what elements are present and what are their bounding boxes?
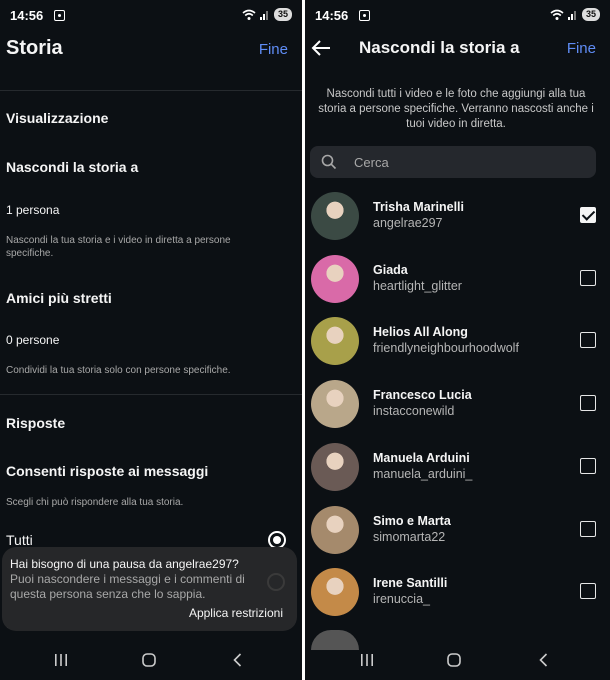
- checkbox[interactable]: [580, 395, 596, 412]
- user-row[interactable]: Irene Santilli irenuccia_: [305, 564, 610, 626]
- avatar: [311, 505, 359, 554]
- battery-badge: 35: [581, 8, 600, 21]
- section-view-heading: Visualizzazione: [6, 110, 109, 126]
- checkbox-checked[interactable]: [580, 207, 596, 223]
- wifi-icon: [550, 9, 564, 21]
- user-handle: angelrae297: [373, 216, 443, 230]
- divider: [0, 90, 302, 91]
- user-handle: manuela_arduini_: [373, 466, 473, 481]
- page-title: Storia: [6, 37, 63, 59]
- avatar: [311, 442, 359, 491]
- checkbox[interactable]: [580, 520, 596, 537]
- screen-record-icon: [359, 10, 370, 21]
- user-row[interactable]: Manuela Arduini manuela_arduini_: [305, 439, 610, 501]
- user-handle: instacconewild: [373, 404, 455, 419]
- radio-following[interactable]: [267, 573, 285, 591]
- nav-back-icon[interactable]: [230, 652, 246, 668]
- allow-replies-description: Scegli chi può rispondere alla tua stori…: [6, 497, 184, 508]
- allow-replies-title: Consenti risposte ai messaggi: [6, 463, 209, 479]
- radio-label-all[interactable]: Tutti: [6, 532, 33, 548]
- user-row[interactable]: Simo e Marta simomarta22: [305, 502, 610, 564]
- user-name: Irene Santilli: [373, 576, 448, 591]
- hide-story-description: Nascondi la tua storia e i video in dire…: [6, 235, 231, 259]
- avatar: [311, 317, 359, 366]
- status-bar: 14:56 35: [315, 8, 600, 24]
- search-icon: [321, 154, 337, 175]
- toast-title: Hai bisogno di una pausa da angelrae297?: [10, 557, 239, 571]
- home-icon[interactable]: [141, 652, 157, 668]
- search-input[interactable]: [354, 152, 584, 172]
- user-handle: friendlyneighbourhoodwolf: [373, 341, 519, 356]
- restrict-suggestion-toast: Hai bisogno di una pausa da angelrae297?…: [2, 547, 297, 631]
- signal-icon: [259, 9, 270, 20]
- user-row[interactable]: Giada heartlight_glitter: [305, 251, 610, 313]
- user-name: Manuela Arduini: [373, 450, 470, 465]
- done-button[interactable]: Fine: [567, 40, 596, 57]
- status-time: 14:56: [10, 8, 44, 23]
- home-icon[interactable]: [446, 652, 462, 668]
- apply-restrictions-button[interactable]: Applica restrizioni: [189, 606, 283, 620]
- battery-badge: 35: [273, 8, 292, 21]
- user-row[interactable]: Trisha Marinelli angelrae297: [305, 188, 610, 250]
- page-title: Nascondi la storia a: [359, 38, 520, 57]
- user-handle: irenuccia_: [373, 592, 430, 607]
- user-name: Simo e Marta: [373, 513, 451, 528]
- hide-story-count[interactable]: 1 persona: [6, 203, 59, 217]
- info-text: Nascondi tutti i video e le foto che agg…: [318, 88, 594, 130]
- avatar: [311, 568, 359, 617]
- divider: [0, 394, 302, 395]
- close-friends-title[interactable]: Amici più stretti: [6, 290, 112, 306]
- wifi-icon: [242, 9, 256, 21]
- avatar: [311, 254, 359, 303]
- user-handle: heartlight_glitter: [373, 278, 462, 293]
- signal-icon: [567, 9, 578, 20]
- avatar: [311, 192, 359, 240]
- user-name: Francesco Lucia: [373, 388, 472, 403]
- status-bar: 14:56 35: [10, 8, 292, 24]
- system-nav-bar: [0, 640, 302, 680]
- user-row[interactable]: Francesco Lucia instacconewild: [305, 376, 610, 438]
- nav-back-icon[interactable]: [536, 652, 552, 668]
- close-friends-description: Condividi la tua storia solo con persone…: [6, 365, 231, 376]
- screen-record-icon: [54, 10, 65, 21]
- user-name: Helios All Along: [373, 325, 468, 340]
- story-settings-screen: 14:56 35 Storia Fine Visualizzazione Nas…: [0, 0, 302, 680]
- recents-icon[interactable]: [53, 652, 69, 668]
- user-name: Trisha Marinelli: [373, 200, 465, 214]
- recents-icon[interactable]: [359, 652, 375, 668]
- search-bar[interactable]: [310, 146, 596, 178]
- checkbox[interactable]: [580, 269, 596, 286]
- hide-story-screen: 14:56 35 Nascondi la storia a Fine Nasco…: [305, 0, 610, 680]
- status-time: 14:56: [315, 8, 349, 23]
- section-replies-heading: Risposte: [6, 415, 66, 431]
- avatar: [311, 380, 359, 429]
- checkbox[interactable]: [580, 332, 596, 349]
- user-handle: simomarta22: [373, 529, 446, 544]
- done-button[interactable]: Fine: [259, 41, 288, 58]
- user-row[interactable]: Helios All Along friendlyneighbourhoodwol…: [305, 313, 610, 375]
- hide-story-title[interactable]: Nascondi la storia a: [6, 159, 138, 175]
- checkbox[interactable]: [580, 583, 596, 600]
- close-friends-count[interactable]: 0 persone: [6, 333, 59, 347]
- checkbox[interactable]: [580, 457, 596, 474]
- back-arrow-icon[interactable]: [311, 39, 331, 57]
- user-name: Giada: [373, 262, 408, 277]
- system-nav-bar: [305, 640, 610, 680]
- toast-body: Puoi nascondere i messaggi e i commenti …: [10, 572, 245, 601]
